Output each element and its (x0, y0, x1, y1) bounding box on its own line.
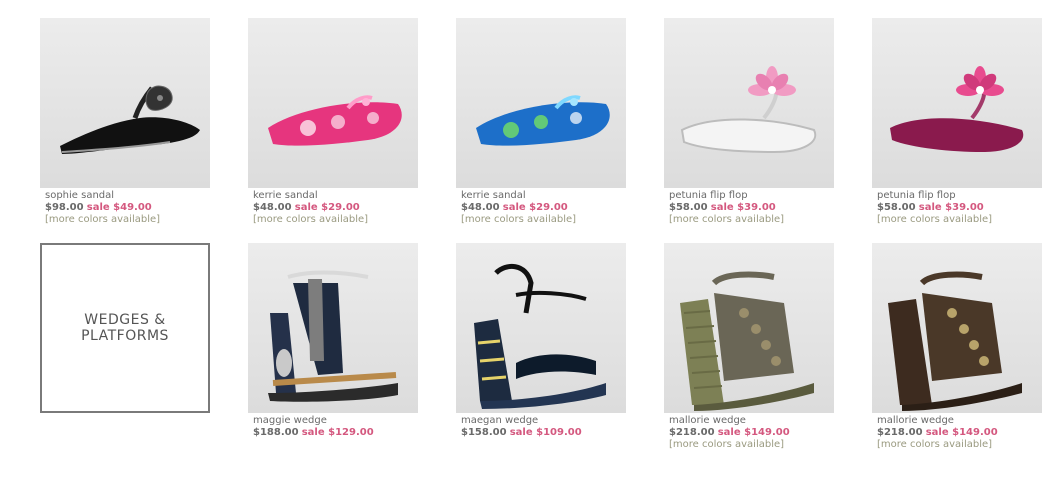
product-name[interactable]: kerrie sandal (253, 190, 418, 202)
sale-price: sale $149.00 (925, 427, 998, 438)
product-card[interactable]: petunia flip flop $58.00 sale $39.00 [mo… (872, 18, 1042, 226)
product-card[interactable]: mallorie wedge $218.00 sale $149.00 [mor… (664, 243, 834, 451)
original-price: $188.00 (253, 427, 299, 438)
product-image-mallorie-wedge-brown[interactable] (872, 243, 1042, 413)
category-title-line2: PLATFORMS (81, 328, 169, 344)
original-price: $48.00 (461, 202, 500, 213)
product-image-petunia-plum[interactable] (872, 18, 1042, 188)
product-image-mallorie-wedge-grey[interactable] (664, 243, 834, 413)
product-name[interactable]: sophie sandal (45, 190, 210, 202)
sale-price: sale $39.00 (918, 202, 984, 213)
maggie-wedge-image (268, 270, 398, 402)
original-price: $48.00 (253, 202, 292, 213)
sale-price: sale $129.00 (301, 427, 374, 438)
more-colors-link[interactable]: [more colors available] (877, 214, 1042, 226)
product-image-petunia-clear[interactable] (664, 18, 834, 188)
product-name[interactable]: petunia flip flop (877, 190, 1042, 202)
sale-price: sale $29.00 (294, 202, 360, 213)
product-image-sophie-sandal[interactable] (40, 18, 210, 188)
product-name[interactable]: maggie wedge (253, 415, 418, 427)
sale-price: sale $149.00 (717, 427, 790, 438)
black-thong-sandal-image (60, 85, 200, 154)
original-price: $218.00 (877, 427, 923, 438)
product-name[interactable]: mallorie wedge (669, 415, 834, 427)
product-card[interactable]: kerrie sandal $48.00 sale $29.00 [more c… (456, 18, 626, 226)
product-image-maegan-wedge[interactable] (456, 243, 626, 413)
original-price: $158.00 (461, 427, 507, 438)
mallorie-wedge-grey-image (680, 271, 814, 411)
product-name[interactable]: maegan wedge (461, 415, 626, 427)
product-card[interactable]: kerrie sandal $48.00 sale $29.00 [more c… (248, 18, 418, 226)
category-title-line1: WEDGES & (84, 312, 166, 328)
product-name[interactable]: kerrie sandal (461, 190, 626, 202)
original-price: $58.00 (877, 202, 916, 213)
product-image-kerrie-sandal-pink[interactable] (248, 18, 418, 188)
more-colors-link[interactable]: [more colors available] (877, 439, 1042, 451)
category-tile-wedges-platforms[interactable]: WEDGES & PLATFORMS (40, 243, 210, 413)
product-card[interactable]: mallorie wedge $218.00 sale $149.00 [mor… (872, 243, 1042, 451)
product-card[interactable]: sophie sandal $98.00 sale $49.00 [more c… (40, 18, 210, 226)
more-colors-link[interactable]: [more colors available] (45, 214, 210, 226)
original-price: $98.00 (45, 202, 84, 213)
original-price: $58.00 (669, 202, 708, 213)
product-name[interactable]: petunia flip flop (669, 190, 834, 202)
product-card[interactable]: maggie wedge $188.00 sale $129.00 (248, 243, 418, 439)
product-image-kerrie-sandal-blue[interactable] (456, 18, 626, 188)
more-colors-link[interactable]: [more colors available] (461, 214, 626, 226)
clear-jelly-flip-flop-image (680, 66, 817, 154)
more-colors-link[interactable]: [more colors available] (669, 439, 834, 451)
more-colors-link[interactable]: [more colors available] (669, 214, 834, 226)
maegan-wedge-image (474, 263, 606, 409)
more-colors-link[interactable]: [more colors available] (253, 214, 418, 226)
product-image-maggie-wedge[interactable] (248, 243, 418, 413)
original-price: $218.00 (669, 427, 715, 438)
product-card[interactable]: petunia flip flop $58.00 sale $39.00 [mo… (664, 18, 834, 226)
blue-flip-flop-image (476, 95, 610, 146)
mallorie-wedge-brown-image (888, 271, 1022, 411)
plum-jelly-flip-flop-image (890, 66, 1024, 152)
sale-price: sale $39.00 (710, 202, 776, 213)
sale-price: sale $29.00 (502, 202, 568, 213)
pink-flip-flop-image (268, 95, 402, 146)
sale-price: sale $49.00 (86, 202, 152, 213)
product-card[interactable]: maegan wedge $158.00 sale $109.00 (456, 243, 626, 439)
sale-price: sale $109.00 (509, 427, 582, 438)
product-name[interactable]: mallorie wedge (877, 415, 1042, 427)
